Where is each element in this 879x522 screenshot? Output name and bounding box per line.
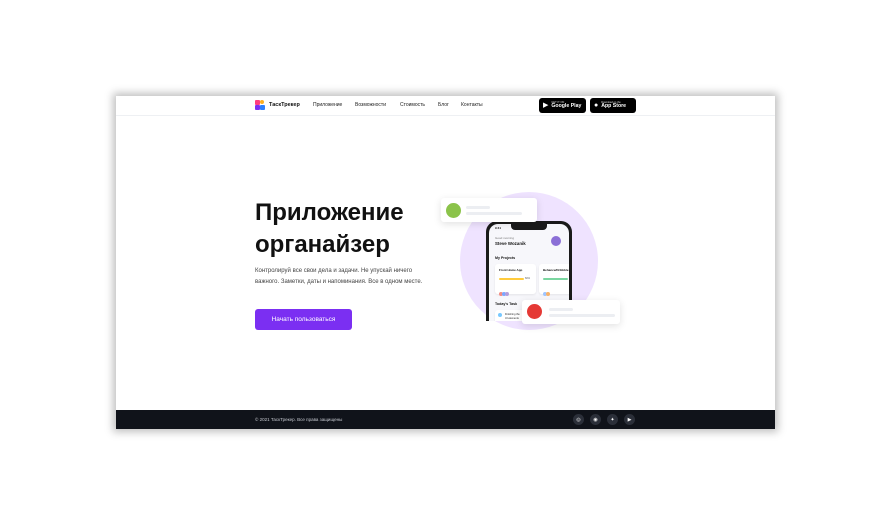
floating-user-card: [441, 198, 537, 222]
hero-description: Контролируй все свои дела и задачи. Не у…: [255, 268, 423, 285]
phone-user-name: Steve Wozanik: [495, 241, 526, 246]
phone-project-title: Front Home App: [499, 268, 523, 272]
top-navigation: ТаскТрекер Приложение Возможности Стоимо…: [116, 96, 775, 116]
phone-task-line-2: UI elements: [505, 316, 519, 320]
phone-greeting: Good morning: [495, 236, 515, 240]
phone-projects-title: My Projects: [495, 256, 516, 260]
phone-project-card: Behance/Dribbble: [539, 264, 569, 296]
nav-link-pricing[interactable]: Стоимость: [400, 102, 425, 108]
phone-notch: [511, 224, 547, 230]
nav-link-blog[interactable]: Блог: [438, 102, 449, 108]
nav-link-contacts[interactable]: Контакты: [461, 102, 483, 108]
user-avatar: [527, 304, 542, 319]
nav-link-features[interactable]: Возможности: [355, 102, 386, 108]
app-store-small-label: Download on the: [601, 100, 621, 104]
apple-icon: ●: [594, 102, 599, 109]
app-store-button[interactable]: ● Download on the App Store: [590, 98, 636, 113]
floating-user-card: [522, 300, 620, 324]
placeholder-line: [466, 212, 522, 215]
instagram-icon[interactable]: ◎: [573, 414, 584, 425]
footer: © 2021 ТаскТрекер. Все права защищены ◎ …: [116, 410, 775, 429]
placeholder-line: [466, 206, 490, 209]
phone-task-line-1: Finishing the: [505, 312, 520, 316]
landing-page: ТаскТрекер Приложение Возможности Стоимо…: [116, 96, 775, 429]
brand-name[interactable]: ТаскТрекер: [269, 102, 300, 108]
phone-project-progress: [543, 278, 568, 280]
phone-project-members: [543, 283, 550, 301]
youtube-icon[interactable]: ▶: [624, 414, 635, 425]
placeholder-line: [549, 314, 615, 317]
page-background: ТаскТрекер Приложение Возможности Стоимо…: [0, 0, 879, 522]
task-check-icon: [498, 313, 502, 317]
phone-project-card: Front Home App 60%: [495, 264, 536, 296]
phone-time: 9:41: [495, 226, 502, 230]
placeholder-line: [549, 308, 573, 311]
phone-project-title: Behance/Dribbble: [543, 268, 569, 272]
user-avatar: [446, 203, 461, 218]
dribbble-icon[interactable]: ◉: [590, 414, 601, 425]
start-using-button[interactable]: Начать пользоваться: [255, 309, 352, 330]
twitter-icon[interactable]: ✦: [607, 414, 618, 425]
hero-title-line-1: Приложение: [255, 199, 404, 226]
hero-title-line-2: органайзер: [255, 231, 390, 258]
phone-project-members: [499, 283, 509, 301]
google-play-icon: ▶: [543, 102, 549, 109]
google-play-small-label: GET IT ON: [551, 100, 565, 104]
phone-project-percent: 60%: [525, 277, 531, 280]
nav-link-app[interactable]: Приложение: [313, 102, 342, 108]
copyright-text: © 2021 ТаскТрекер. Все права защищены: [255, 417, 343, 422]
phone-avatar: [551, 236, 561, 246]
app-store-label: App Store: [601, 103, 627, 110]
google-play-button[interactable]: ▶ GET IT ON Google Play: [539, 98, 586, 113]
phone-tasks-title: Today's Task: [495, 302, 518, 306]
google-play-label: Google Play: [551, 103, 582, 110]
brand-logo-icon[interactable]: [255, 100, 266, 111]
phone-project-progress: [499, 278, 524, 280]
hero-title: Приложение органайзер: [255, 197, 455, 261]
